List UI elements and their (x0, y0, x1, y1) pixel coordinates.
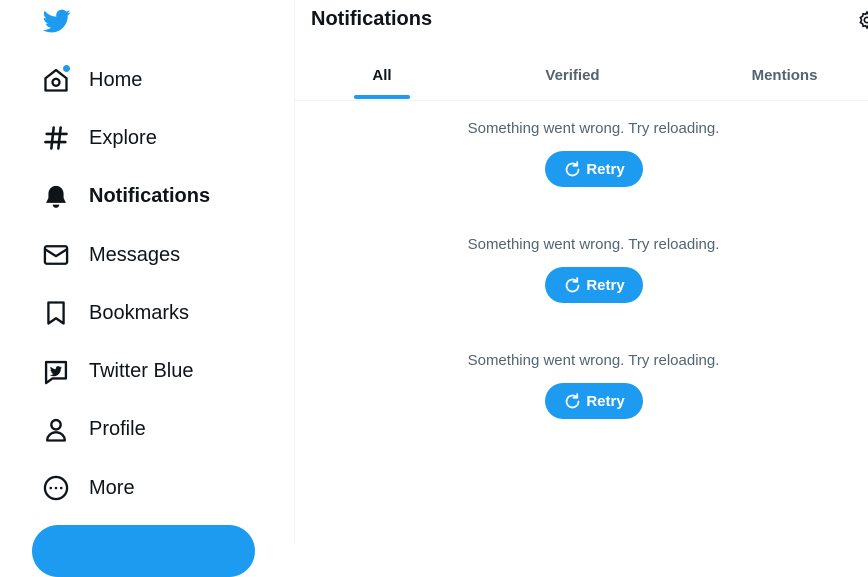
nav-label-twitter-blue: Twitter Blue (89, 360, 194, 383)
nav-item-bookmarks[interactable]: Bookmarks (30, 284, 210, 342)
retry-label: Retry (586, 276, 625, 294)
error-block: Something went wrong. Try reloading. Ret… (295, 119, 868, 187)
page-title: Notifications (311, 8, 433, 30)
error-message: Something went wrong. Try reloading. (467, 236, 720, 253)
bookmark-icon (42, 299, 70, 327)
home-icon (42, 64, 71, 94)
nav-item-messages[interactable]: Messages (30, 226, 210, 284)
hashtag-icon (42, 124, 70, 152)
nav-label-messages: Messages (89, 243, 181, 266)
twitter-logo-icon[interactable] (42, 7, 72, 35)
tweet-button[interactable] (32, 525, 255, 577)
nav-label-home: Home (89, 68, 143, 91)
nav-label-more: More (89, 476, 135, 499)
refresh-icon (566, 160, 580, 176)
bell-icon (42, 183, 70, 211)
gear-icon[interactable] (857, 10, 868, 30)
nav-label-profile: Profile (89, 418, 146, 441)
tab-verified[interactable]: Verified (469, 50, 676, 100)
nav-label-explore: Explore (89, 126, 157, 149)
error-block: Something went wrong. Try reloading. Ret… (295, 235, 868, 303)
nav-label-notifications: Notifications (89, 185, 211, 208)
twitter-blue-icon (42, 358, 70, 386)
active-tab-indicator (354, 95, 410, 99)
error-message: Something went wrong. Try reloading. (467, 120, 720, 137)
nav-item-home[interactable]: Home (30, 51, 210, 109)
primary-nav: Home Explore Notifications Messages Book… (30, 51, 210, 517)
retry-label: Retry (586, 392, 625, 410)
envelope-icon (42, 241, 70, 269)
more-circle-icon (42, 474, 70, 502)
retry-button[interactable]: Retry (545, 383, 643, 419)
error-message: Something went wrong. Try reloading. (467, 352, 720, 369)
nav-item-twitter-blue[interactable]: Twitter Blue (30, 342, 210, 400)
sidebar: Home Explore Notifications Messages Book… (0, 0, 294, 577)
retry-button[interactable]: Retry (545, 151, 643, 187)
retry-button[interactable]: Retry (545, 267, 643, 303)
nav-item-more[interactable]: More (30, 459, 210, 517)
nav-item-profile[interactable]: Profile (30, 401, 210, 459)
refresh-icon (566, 276, 580, 292)
nav-item-explore[interactable]: Explore (30, 109, 210, 167)
person-icon (42, 416, 70, 444)
refresh-icon (566, 392, 580, 408)
nav-label-bookmarks: Bookmarks (89, 301, 190, 324)
notifications-column: Notifications All Verified Mentions Some… (295, 0, 868, 543)
tab-mentions[interactable]: Mentions (676, 50, 868, 100)
notification-tabs: All Verified Mentions (295, 50, 868, 101)
nav-item-notifications[interactable]: Notifications (30, 168, 210, 226)
retry-label: Retry (586, 160, 625, 178)
tab-all[interactable]: All (295, 50, 469, 100)
error-block: Something went wrong. Try reloading. Ret… (295, 351, 868, 419)
